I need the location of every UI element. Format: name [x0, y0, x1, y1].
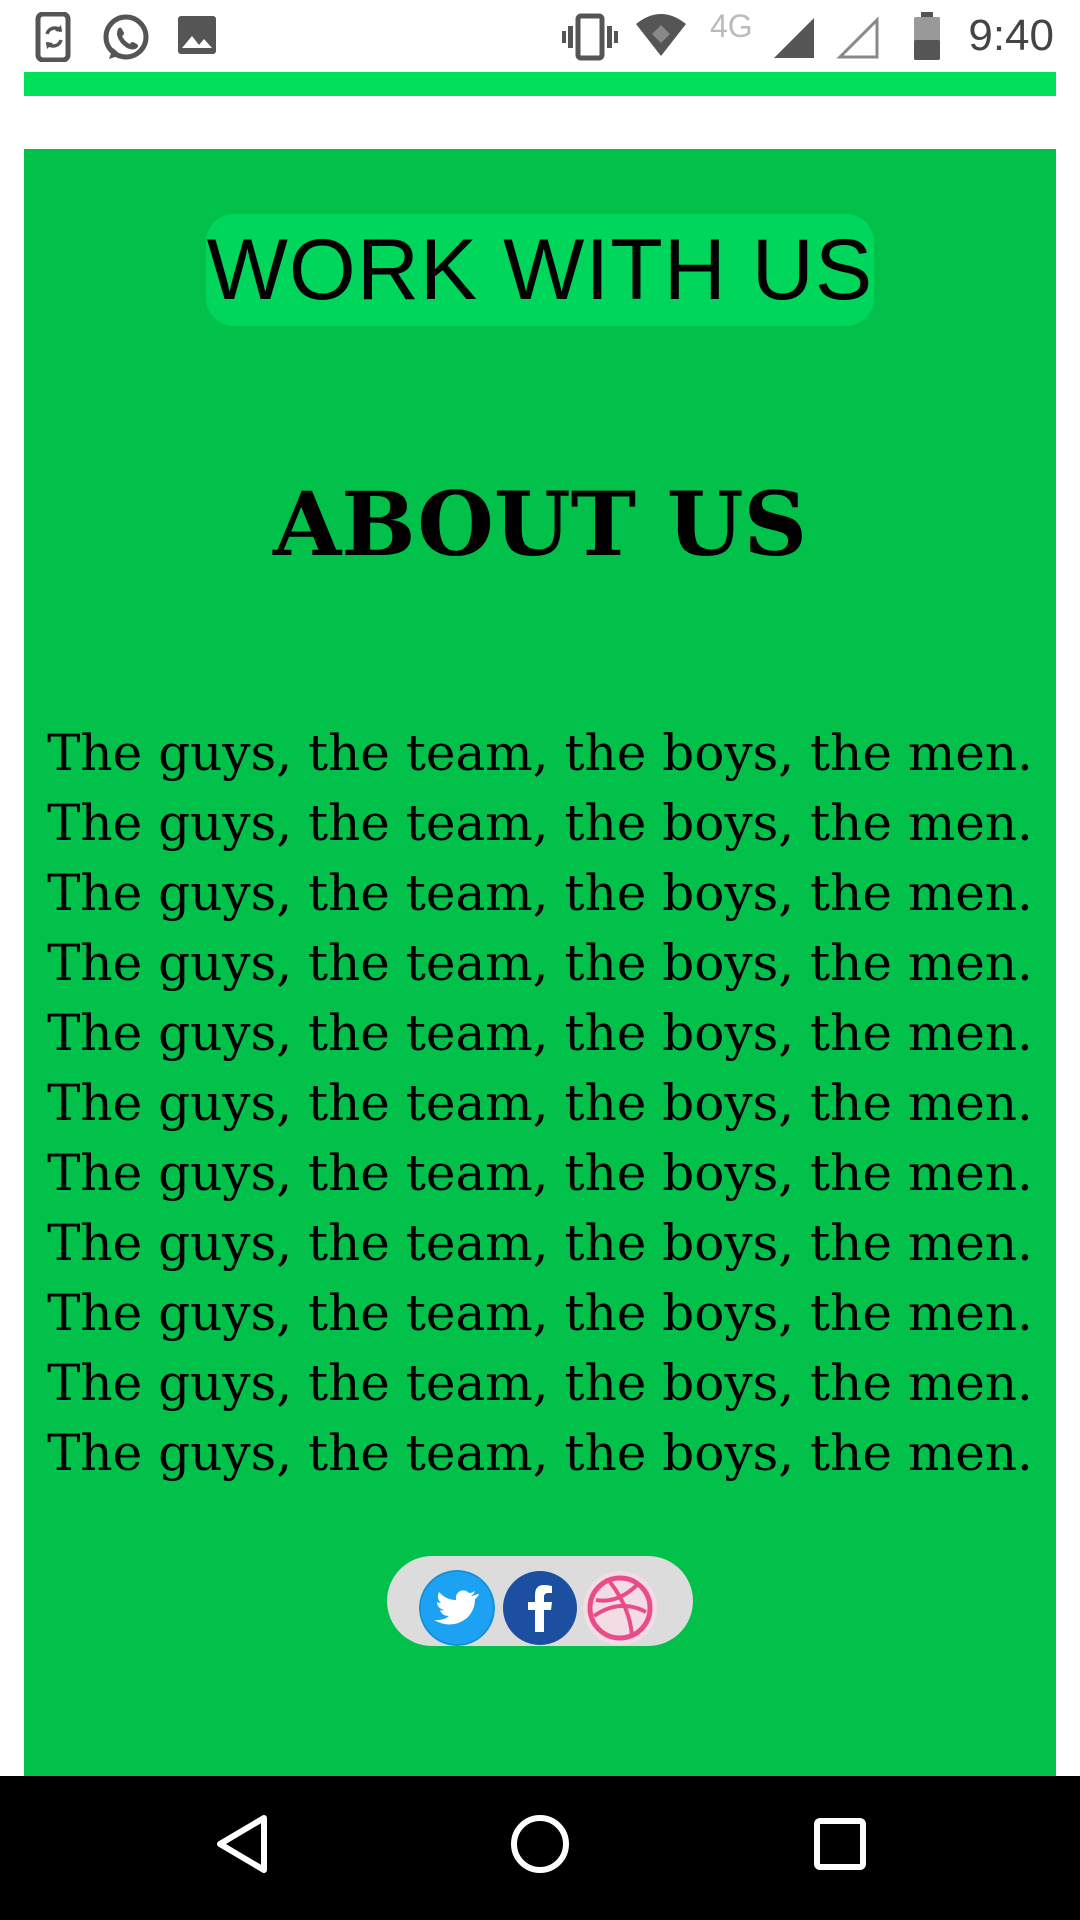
status-bar: 4G 9:40: [0, 0, 1080, 72]
dribbble-icon[interactable]: [582, 1570, 658, 1646]
about-us-heading: ABOUT US: [272, 472, 808, 576]
whatsapp-icon: [103, 14, 149, 60]
phone-sync-icon: [35, 12, 71, 62]
about-text-line: The guys, the team, the boys, the men.: [47, 1284, 1033, 1342]
image-icon: [178, 16, 216, 54]
facebook-icon[interactable]: [502, 1570, 578, 1646]
signal-empty-icon: [836, 16, 879, 59]
navigation-bar: [0, 1776, 1080, 1920]
recents-icon[interactable]: [812, 1812, 868, 1876]
signal-icon: [774, 18, 814, 58]
about-us-text: The guys, the team, the boys, the men. T…: [24, 718, 1056, 1488]
clock: 9:40: [968, 11, 1054, 60]
about-text-line: The guys, the team, the boys, the men.: [47, 934, 1033, 992]
about-text-line: The guys, the team, the boys, the men.: [47, 1144, 1033, 1202]
about-text-line: The guys, the team, the boys, the men.: [47, 1004, 1033, 1062]
about-text-line: The guys, the team, the boys, the men.: [47, 724, 1033, 782]
network-type-label: 4G: [710, 8, 753, 44]
wifi-icon: [636, 14, 686, 56]
social-links: [387, 1556, 693, 1646]
about-text-line: The guys, the team, the boys, the men.: [47, 1424, 1033, 1482]
about-text-line: The guys, the team, the boys, the men.: [47, 1354, 1033, 1412]
about-text-line: The guys, the team, the boys, the men.: [47, 1074, 1033, 1132]
back-icon[interactable]: [212, 1812, 272, 1876]
twitter-icon[interactable]: [419, 1570, 495, 1646]
about-text-line: The guys, the team, the boys, the men.: [47, 1214, 1033, 1272]
work-with-us-button[interactable]: WORK WITH US: [206, 214, 874, 326]
header-strip: [24, 72, 1056, 96]
about-text-line: The guys, the team, the boys, the men.: [47, 864, 1033, 922]
home-icon[interactable]: [508, 1812, 572, 1876]
about-text-line: The guys, the team, the boys, the men.: [47, 794, 1033, 852]
vibrate-icon: [562, 13, 618, 61]
battery-icon: [914, 12, 940, 60]
